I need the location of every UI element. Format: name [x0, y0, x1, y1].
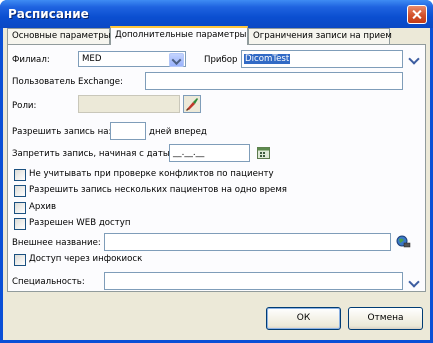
external-name-label: Внешнее название: — [12, 238, 101, 248]
close-button[interactable] — [407, 5, 427, 24]
branch-dropdown-button[interactable] — [169, 53, 184, 67]
ignore-conflicts-label: Не учитывать при проверке конфликтов по … — [29, 169, 274, 179]
allow-booking-days-field[interactable] — [110, 122, 146, 140]
forbid-booking-date-value: __.__.__ — [173, 148, 205, 158]
title-bar[interactable]: Расписание — [0, 0, 433, 28]
allow-booking-label: Разрешить запись на: — [12, 127, 112, 137]
roles-field — [78, 95, 180, 113]
archive-checkbox[interactable] — [14, 202, 26, 214]
branch-select[interactable]: MED — [78, 51, 186, 67]
multi-patient-checkbox[interactable] — [14, 185, 26, 197]
exchange-user-field[interactable] — [145, 72, 403, 90]
window-title: Расписание — [8, 7, 89, 21]
specialty-label: Специальность: — [12, 277, 85, 287]
tab-booking-limits[interactable]: Ограничения записи на прием — [248, 28, 392, 44]
tab-panel: Филиал: MED Прибор : DicomTest Пользоват… — [7, 44, 426, 292]
cancel-button[interactable]: Отмена — [348, 307, 423, 330]
branch-label: Филиал: — [12, 55, 50, 65]
roles-label: Роли: — [12, 101, 37, 111]
forbid-booking-date-field[interactable]: __.__.__ — [169, 144, 250, 162]
ok-button[interactable]: ОК — [266, 307, 341, 330]
exchange-user-label: Пользователь Exchange: — [12, 77, 123, 87]
globe-icon[interactable] — [396, 234, 411, 249]
dialog-client: Основные параметры Дополнительные параме… — [3, 26, 430, 340]
specialty-chevron-down-icon[interactable] — [406, 278, 422, 290]
brush-icon — [186, 98, 198, 111]
external-name-field[interactable] — [104, 233, 391, 251]
archive-label: Архив — [29, 202, 57, 212]
tab-additional-params[interactable]: Дополнительные параметры — [110, 26, 248, 45]
ignore-conflicts-checkbox[interactable] — [14, 169, 26, 181]
tab-main-params[interactable]: Основные параметры — [7, 28, 110, 44]
device-label: Прибор : — [204, 55, 244, 65]
device-chevron-down-icon[interactable] — [406, 55, 422, 67]
web-access-label: Разрешен WEB доступ — [29, 218, 131, 228]
web-access-checkbox[interactable] — [14, 218, 26, 230]
forbid-booking-label: Запретить запись, начиная с даты: — [12, 149, 173, 159]
specialty-field[interactable] — [104, 272, 403, 290]
kiosk-access-checkbox[interactable] — [14, 254, 26, 266]
roles-button[interactable] — [183, 95, 201, 113]
multi-patient-label: Разрешить запись нескольких пациентов на… — [29, 185, 287, 195]
device-value: DicomTest — [244, 54, 291, 64]
device-field[interactable]: DicomTest — [241, 50, 403, 68]
dialog-window: Расписание Основные параметры Дополнител… — [0, 0, 433, 343]
allow-booking-suffix: дней вперед — [149, 127, 207, 137]
kiosk-access-label: Доступ через инфокиоск — [29, 254, 143, 264]
calendar-icon[interactable] — [257, 146, 270, 159]
branch-value: MED — [82, 54, 102, 64]
